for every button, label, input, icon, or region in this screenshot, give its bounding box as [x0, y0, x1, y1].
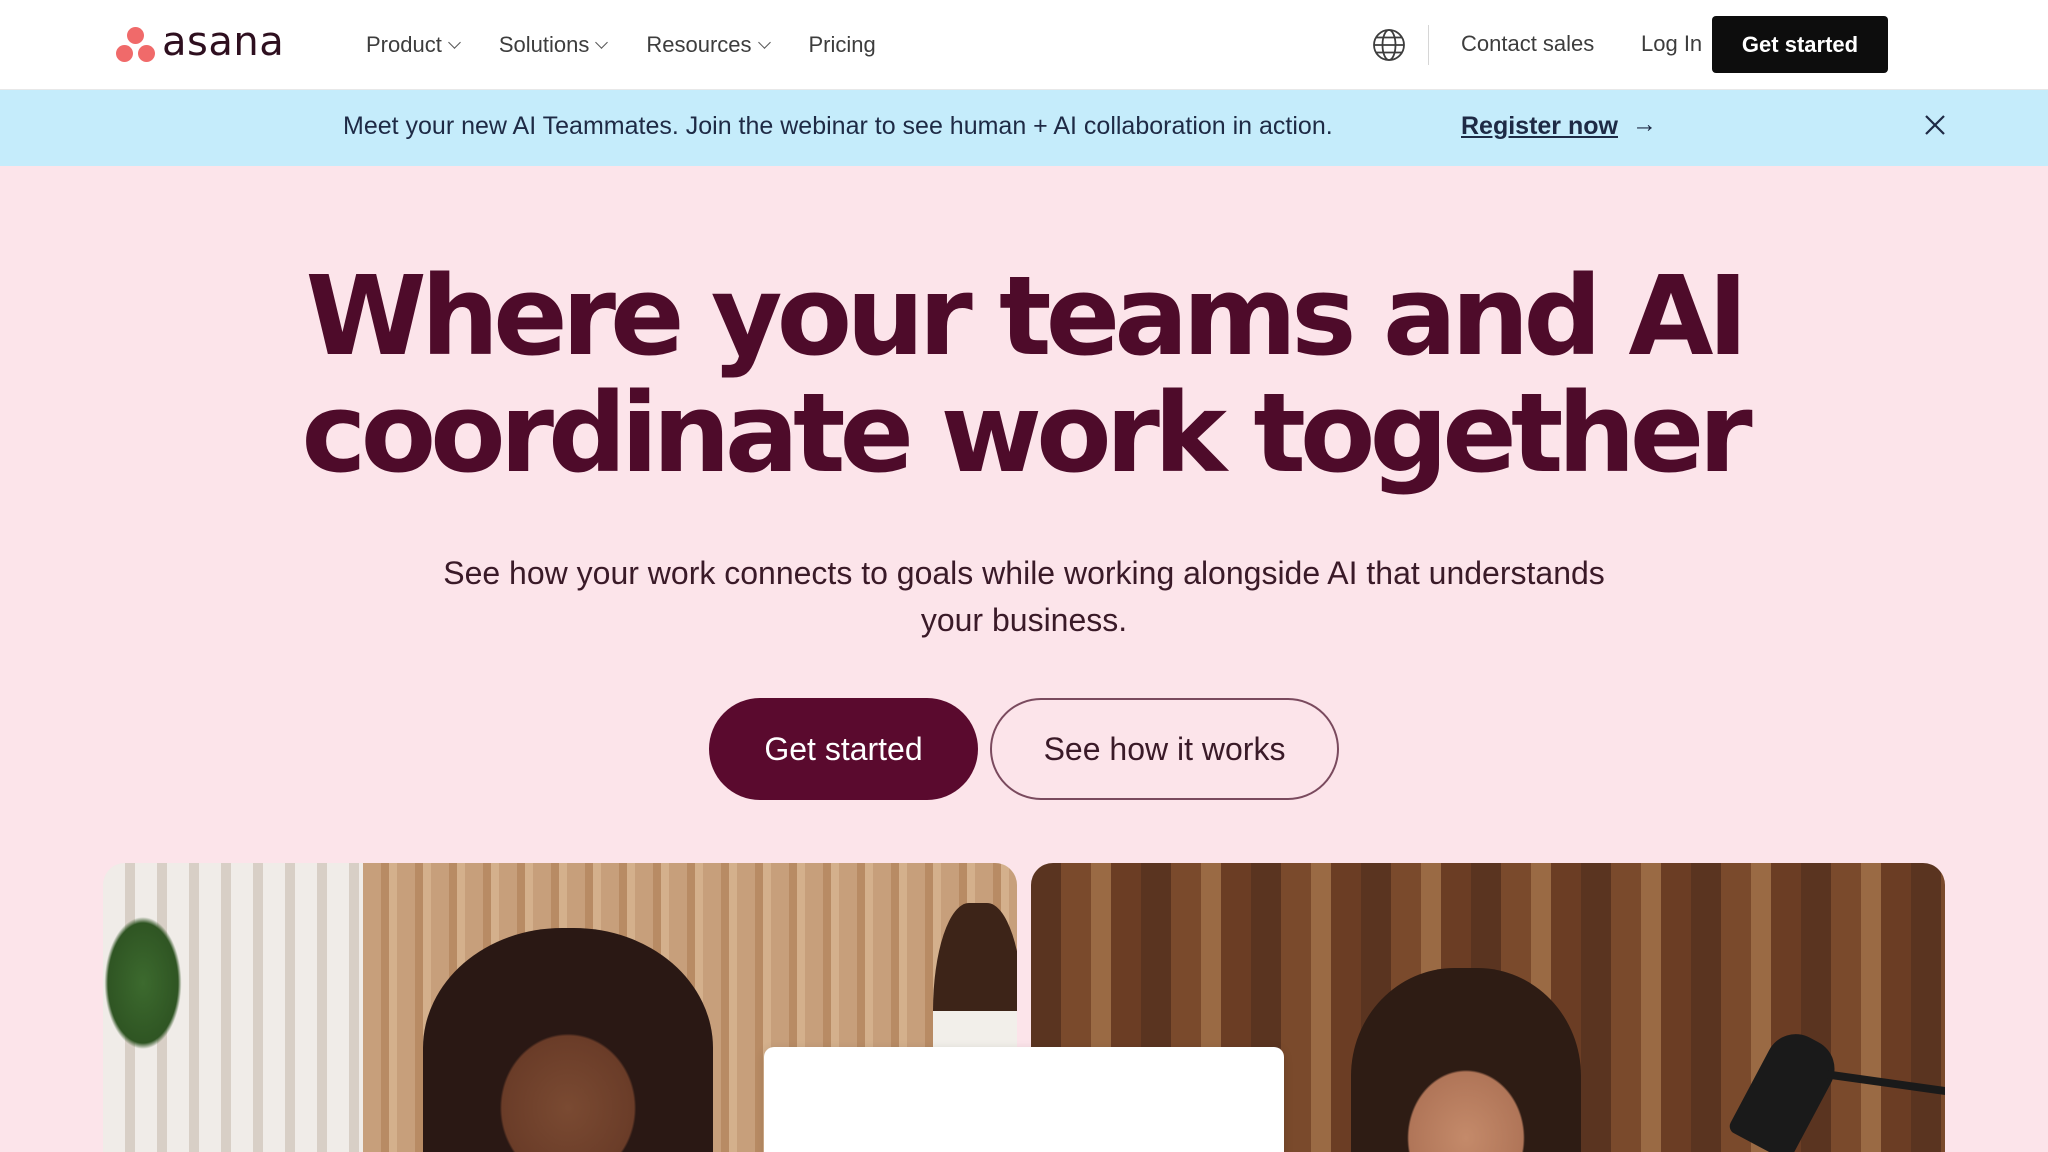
- hero-subtitle-line2: your business.: [920, 602, 1128, 638]
- desk-lamp: [1726, 1023, 1846, 1152]
- hero-subtitle-line1: See how your work connects to goals whil…: [443, 555, 1605, 591]
- chevron-down-icon: [757, 36, 771, 49]
- nav-resources-label: Resources: [646, 32, 752, 57]
- nav-pricing[interactable]: Pricing: [809, 32, 876, 58]
- contact-sales-link[interactable]: Contact sales: [1461, 31, 1594, 57]
- hero-title-line1: Where your teams and AI: [305, 252, 1749, 380]
- header-get-started-button[interactable]: Get started: [1712, 16, 1888, 73]
- header-divider: [1428, 25, 1429, 65]
- nav-pricing-label: Pricing: [808, 32, 876, 57]
- nav-solutions[interactable]: Solutions: [498, 32, 609, 58]
- header-actions: Contact sales Log In Get started: [1348, 0, 2048, 90]
- site-header: asana Product Solutions Resources Pricin…: [0, 0, 2048, 90]
- globe-icon[interactable]: [1372, 28, 1406, 62]
- nav-product[interactable]: Product: [366, 32, 461, 58]
- nav-resources[interactable]: Resources: [646, 32, 771, 58]
- register-now-link[interactable]: Register now: [1461, 112, 1618, 141]
- nav-product-label: Product: [366, 32, 442, 57]
- product-preview-card: [764, 1047, 1284, 1152]
- asana-logo-icon: [116, 27, 156, 63]
- logo-wordmark: asana: [162, 19, 285, 65]
- person-man: [1351, 968, 1581, 1152]
- nav-solutions-label: Solutions: [498, 32, 590, 57]
- chevron-down-icon: [595, 36, 609, 49]
- banner-message: Meet your new AI Teammates. Join the web…: [343, 112, 1333, 140]
- log-in-link[interactable]: Log In: [1641, 31, 1702, 57]
- person-curly-hair: [423, 928, 713, 1152]
- close-icon[interactable]: [1922, 112, 1948, 138]
- main-nav: Product Solutions Resources Pricing: [366, 0, 916, 90]
- hero-title-line2: coordinate work together: [301, 369, 1752, 497]
- hero-subtitle: See how your work connects to goals whil…: [374, 550, 1674, 644]
- arrow-right-icon: →: [1632, 110, 1657, 138]
- hero-title: Where your teams and AI coordinate work …: [0, 258, 2048, 492]
- announcement-banner: Meet your new AI Teammates. Join the web…: [0, 90, 2048, 166]
- chevron-down-icon: [447, 36, 461, 49]
- hero-get-started-button[interactable]: Get started: [709, 698, 978, 800]
- asana-logo[interactable]: asana: [116, 22, 284, 64]
- see-how-it-works-button[interactable]: See how it works: [990, 698, 1339, 800]
